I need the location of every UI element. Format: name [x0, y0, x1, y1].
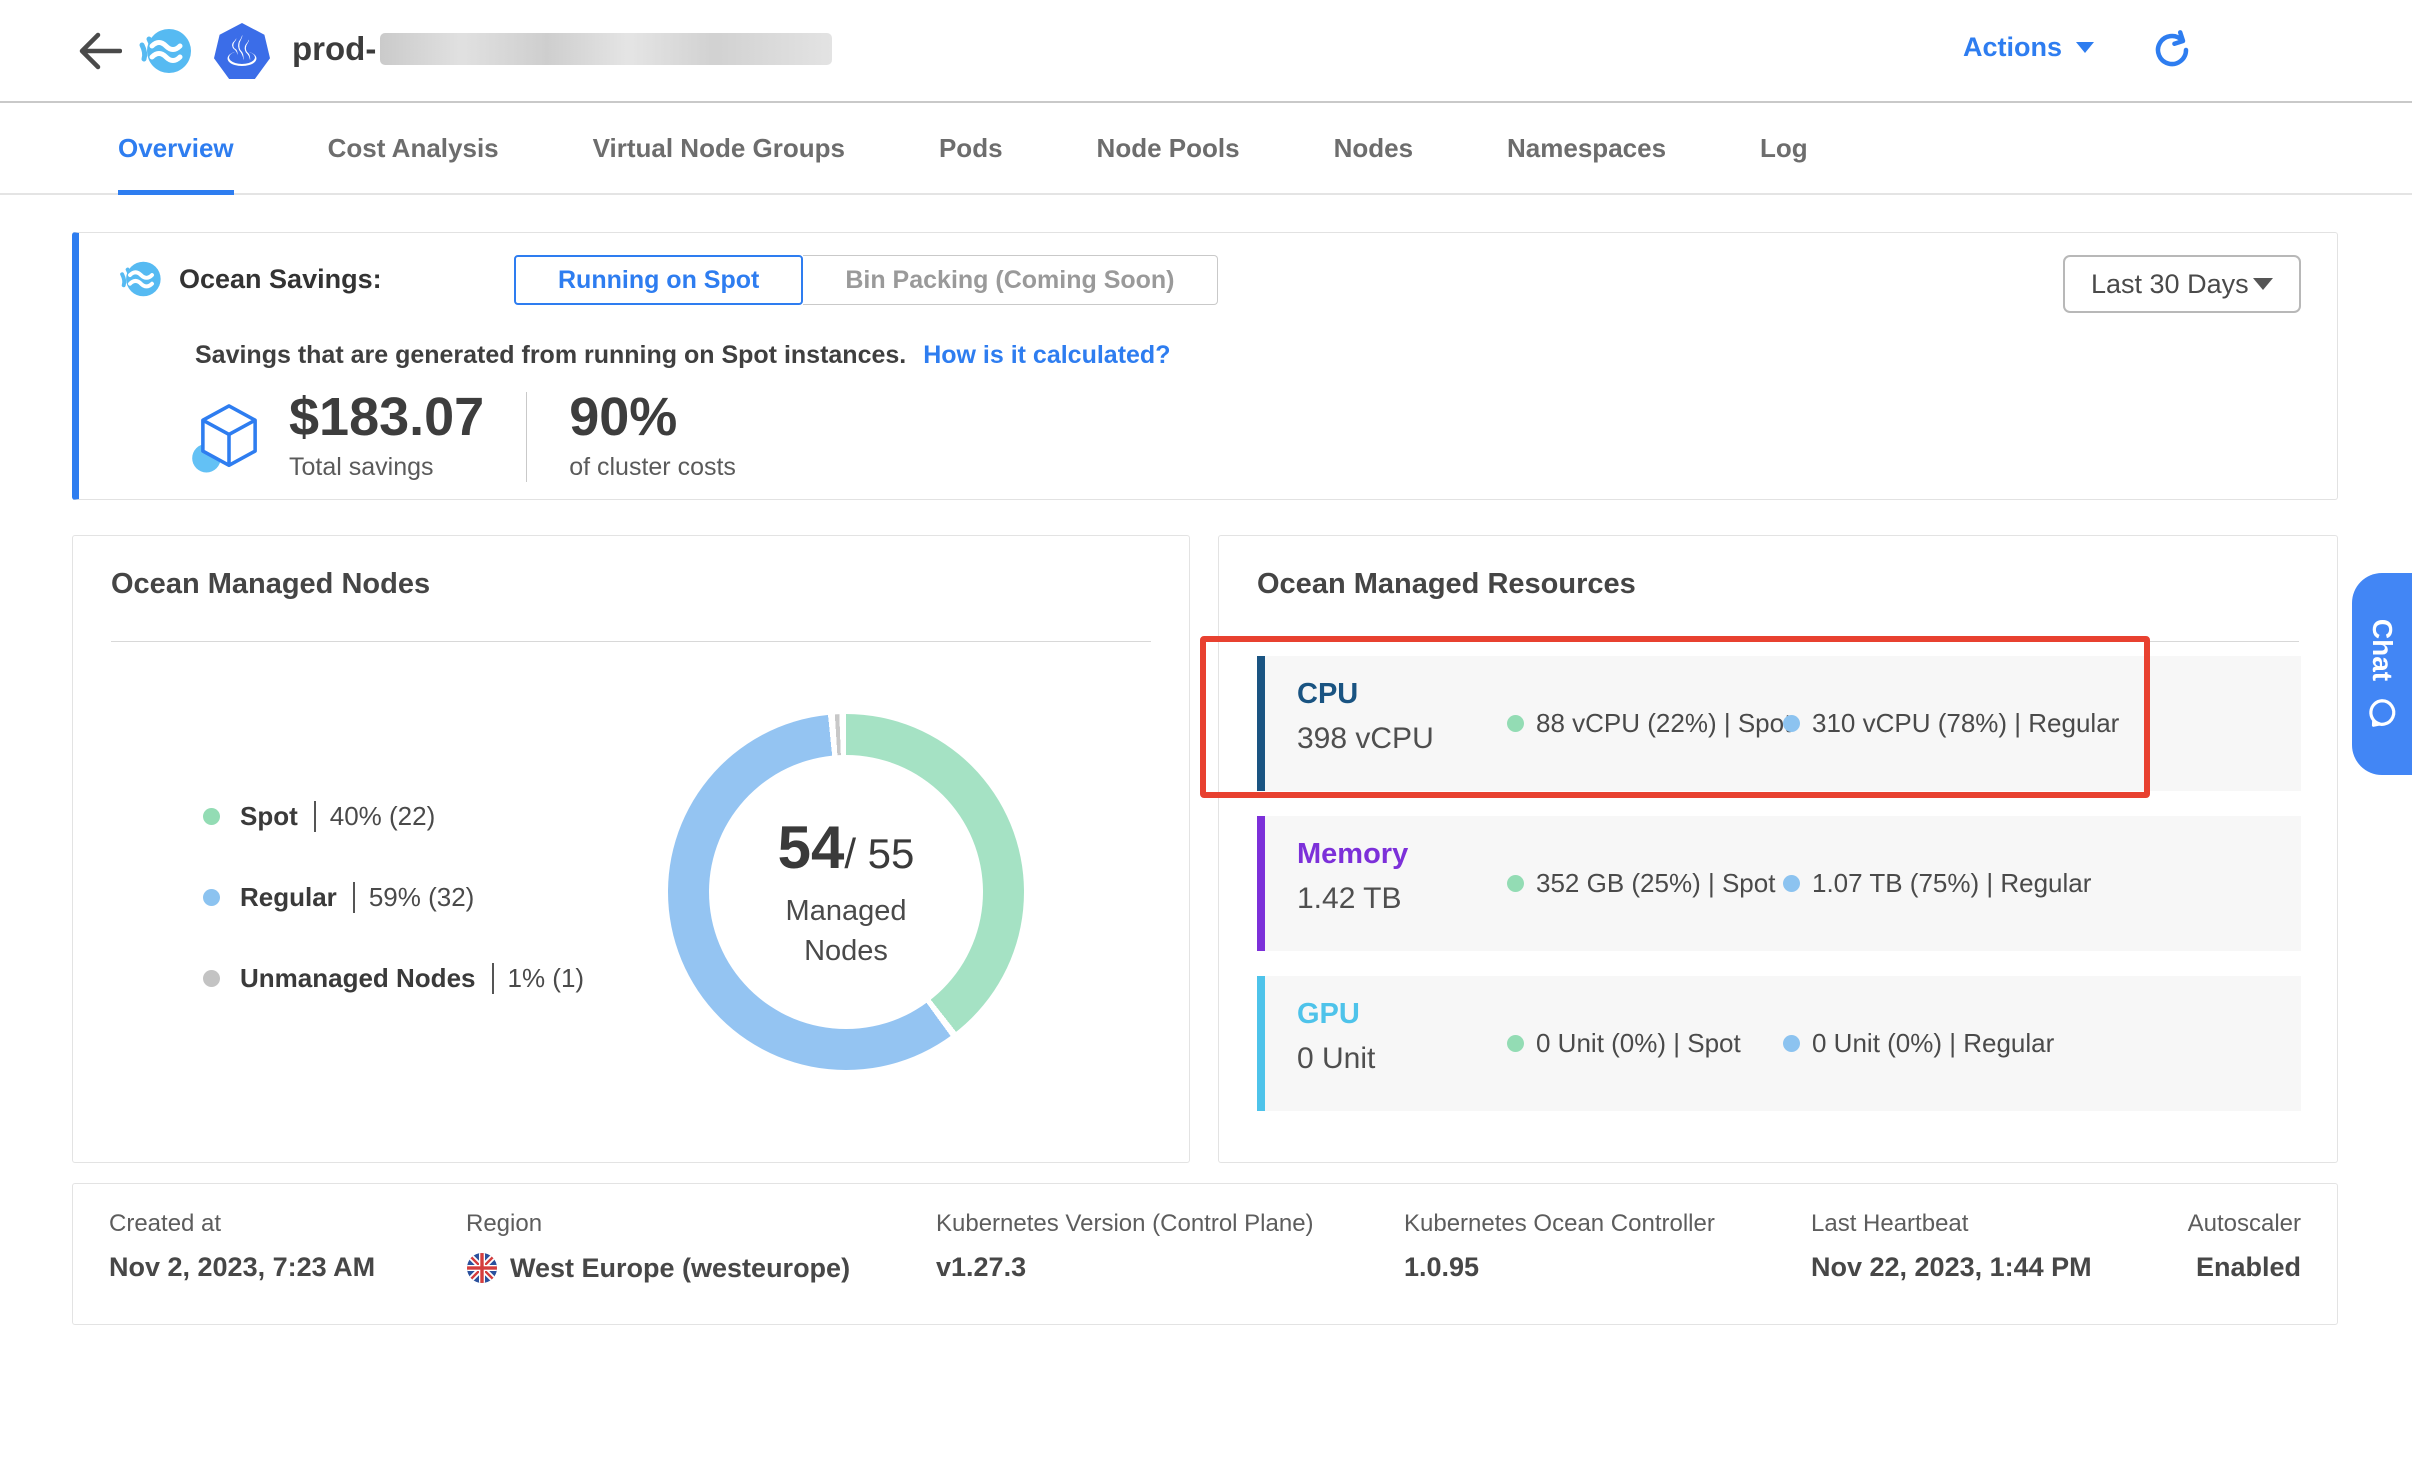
autoscaler-status: Enabled [2188, 1252, 2301, 1283]
cluster-name-prefix: prod- [292, 30, 376, 68]
tab-bar: Overview Cost Analysis Virtual Node Grou… [0, 103, 2412, 195]
savings-stats: $183.07 Total savings 90% of cluster cos… [191, 388, 736, 482]
regular-dot-icon [1783, 875, 1800, 892]
info-last-heartbeat: Last Heartbeat Nov 22, 2023, 1:44 PM [1811, 1210, 2092, 1283]
tab-log[interactable]: Log [1760, 103, 1808, 193]
gpu-spot-metric: 0 Unit (0%) | Spot [1507, 1028, 1741, 1059]
period-select[interactable]: Last 30 Days [2063, 255, 2301, 313]
managed-nodes-title: Ocean Managed Nodes [111, 568, 430, 601]
memory-label: Memory [1297, 838, 1408, 871]
chat-label: Chat [2366, 619, 2398, 681]
regular-dot-icon [1783, 715, 1800, 732]
tab-pods[interactable]: Pods [939, 103, 1003, 193]
tab-cost-analysis[interactable]: Cost Analysis [328, 103, 499, 193]
cube-icon [191, 396, 267, 480]
savings-toggle: Running on Spot Bin Packing (Coming Soon… [514, 255, 1218, 305]
memory-regular-metric: 1.07 TB (75%) | Regular [1783, 868, 2091, 899]
spot-dot-icon [1507, 1035, 1524, 1052]
ocean-savings-card: Ocean Savings: Running on Spot Bin Packi… [72, 232, 2338, 500]
total-savings-stat: $183.07 Total savings [289, 388, 484, 482]
resource-row-memory: Memory 1.42 TB 352 GB (25%) | Spot 1.07 … [1257, 816, 2301, 951]
managed-nodes-chart: 54/ 55 Managed Nodes [668, 714, 1024, 1070]
divider [526, 392, 527, 482]
ocean-logo-icon [138, 23, 194, 79]
info-created-at: Created at Nov 2, 2023, 7:23 AM [109, 1210, 375, 1283]
chevron-down-icon [2076, 42, 2094, 53]
regular-dot-icon [1783, 1035, 1800, 1052]
tab-overview[interactable]: Overview [118, 103, 234, 193]
info-k8s-version: Kubernetes Version (Control Plane) v1.27… [936, 1210, 1314, 1283]
cluster-pct-stat: 90% of cluster costs [569, 388, 736, 482]
divider [111, 641, 1151, 642]
tab-namespaces[interactable]: Namespaces [1507, 103, 1666, 193]
cluster-name-redacted [380, 33, 832, 65]
ocean-savings-label: Ocean Savings: [179, 264, 382, 295]
resource-row-gpu: GPU 0 Unit 0 Unit (0%) | Spot 0 Unit (0%… [1257, 976, 2301, 1111]
refresh-icon[interactable] [2150, 28, 2194, 72]
total-savings-value: $183.07 [289, 388, 484, 447]
spot-dot-icon [1507, 715, 1524, 732]
unmanaged-dot-icon [203, 970, 220, 987]
cpu-regular-metric: 310 vCPU (78%) | Regular [1783, 708, 2119, 739]
info-region: Region West Europe (westeurope) [466, 1210, 850, 1284]
divider [1257, 641, 2299, 642]
gpu-label: GPU [1297, 998, 1360, 1031]
managed-resources-title: Ocean Managed Resources [1257, 568, 1636, 601]
donut-center-label: 54/ 55 Managed Nodes [668, 714, 1024, 1070]
cpu-spot-metric: 88 vCPU (22%) | Spot [1507, 708, 1791, 739]
info-autoscaler: Autoscaler Enabled [2188, 1210, 2301, 1283]
gpu-total: 0 Unit [1297, 1042, 1375, 1076]
ocean-managed-resources-card: Ocean Managed Resources CPU 398 vCPU 88 … [1218, 535, 2338, 1163]
cpu-label: CPU [1297, 678, 1358, 711]
chat-bubble-icon [2366, 697, 2398, 729]
cpu-total: 398 vCPU [1297, 722, 1434, 756]
period-select-value: Last 30 Days [2091, 269, 2249, 300]
gpu-regular-metric: 0 Unit (0%) | Regular [1783, 1028, 2054, 1059]
memory-total: 1.42 TB [1297, 882, 1402, 916]
actions-button[interactable]: Actions [1963, 32, 2094, 63]
legend-item-unmanaged: Unmanaged Nodes 1% (1) [203, 963, 584, 994]
uk-flag-icon [466, 1252, 498, 1284]
info-ocean-controller: Kubernetes Ocean Controller 1.0.95 [1404, 1210, 1715, 1283]
regular-dot-icon [203, 889, 220, 906]
ocean-managed-nodes-card: Ocean Managed Nodes Spot 40% (22) Regula… [72, 535, 1190, 1163]
total-savings-caption: Total savings [289, 453, 484, 482]
tab-node-pools[interactable]: Node Pools [1097, 103, 1240, 193]
managed-nodes-caption: Managed Nodes [746, 892, 946, 970]
tab-nodes[interactable]: Nodes [1334, 103, 1413, 193]
kubernetes-logo-icon: ♨ [214, 23, 270, 79]
resource-row-cpu: CPU 398 vCPU 88 vCPU (22%) | Spot 310 vC… [1257, 656, 2301, 791]
top-header: ♨ prod- Actions [0, 0, 2412, 103]
bin-packing-toggle[interactable]: Bin Packing (Coming Soon) [803, 255, 1217, 305]
cluster-pct-caption: of cluster costs [569, 453, 736, 482]
memory-spot-metric: 352 GB (25%) | Spot [1507, 868, 1775, 899]
spot-dot-icon [203, 808, 220, 825]
chevron-down-icon [2253, 278, 2273, 290]
cluster-pct-value: 90% [569, 388, 736, 447]
page-title: prod- [292, 30, 832, 68]
cluster-info-bar: Created at Nov 2, 2023, 7:23 AM Region W… [72, 1183, 2338, 1325]
ocean-savings-icon [119, 257, 163, 301]
managed-nodes-count: 54/ 55 [778, 813, 915, 882]
back-arrow-icon[interactable] [78, 31, 122, 71]
savings-description: Savings that are generated from running … [195, 341, 1170, 370]
how-calculated-link[interactable]: How is it calculated? [923, 341, 1170, 369]
donut-legend: Spot 40% (22) Regular 59% (32) Unmanaged… [203, 801, 584, 994]
running-on-spot-toggle[interactable]: Running on Spot [514, 255, 803, 305]
legend-item-regular: Regular 59% (32) [203, 882, 584, 913]
chat-button[interactable]: Chat [2352, 573, 2412, 775]
tab-virtual-node-groups[interactable]: Virtual Node Groups [593, 103, 845, 193]
legend-item-spot: Spot 40% (22) [203, 801, 584, 832]
spot-dot-icon [1507, 875, 1524, 892]
